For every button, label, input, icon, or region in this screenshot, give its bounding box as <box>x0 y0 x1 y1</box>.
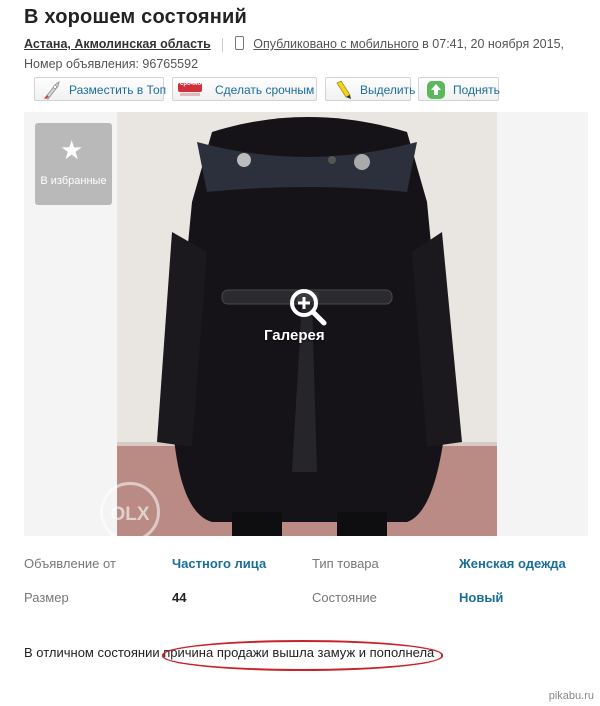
gallery-label[interactable]: Галерея <box>264 327 325 344</box>
star-icon: ★ <box>60 135 84 165</box>
site-watermark: pikabu.ru <box>548 690 594 702</box>
raise-button[interactable]: Поднять <box>418 77 500 101</box>
published-time: в 07:41, 20 ноября 2015, <box>422 37 565 51</box>
make-urgent-label: Сделать срочным <box>215 83 315 97</box>
mobile-phone-icon <box>234 36 244 50</box>
rocket-icon <box>44 80 60 100</box>
olx-watermark-logo: OLX <box>100 482 160 536</box>
raise-arrow-icon <box>427 81 445 99</box>
ad-meta: Астана, Акмолинская область Опубликовано… <box>24 34 584 74</box>
photo-gallery[interactable]: ★ В избранные Галерея OLX <box>24 112 588 536</box>
urgent-badge-text: срочно <box>180 81 202 87</box>
place-top-button[interactable]: Разместить в Топ <box>34 77 167 101</box>
highlight-button[interactable]: Выделить <box>325 77 415 101</box>
param-key-product-type: Тип товара <box>312 556 379 571</box>
make-urgent-button[interactable]: срочно Сделать срочным <box>172 77 317 101</box>
add-to-favorites-button[interactable]: ★ В избранные <box>35 123 112 205</box>
place-top-label: Разместить в Топ <box>69 83 167 97</box>
params-row: Объявление от Частного лица Тип товара Ж… <box>24 556 584 576</box>
ad-number: Номер объявления: 96765592 <box>24 57 199 71</box>
ad-title: В хорошем состояний <box>24 6 247 28</box>
param-key-size: Размер <box>24 590 69 605</box>
param-value-offer-from[interactable]: Частного лица <box>172 556 266 571</box>
location-link[interactable]: Астана, Акмолинская область <box>24 37 211 51</box>
published-mobile-link[interactable]: Опубликовано с мобильного <box>253 37 418 51</box>
param-value-size: 44 <box>172 590 187 605</box>
param-value-product-type[interactable]: Женская одежда <box>459 556 566 571</box>
raise-label: Поднять <box>453 83 500 97</box>
param-key-offer-from: Объявление от <box>24 556 116 571</box>
marker-icon <box>336 80 351 99</box>
param-value-condition[interactable]: Новый <box>459 590 503 605</box>
meta-divider <box>222 37 224 52</box>
highlight-label: Выделить <box>360 83 416 97</box>
param-key-condition: Состояние <box>312 590 377 605</box>
zoom-magnifier-icon[interactable] <box>287 286 327 326</box>
params-row: Размер 44 Состояние Новый <box>24 590 584 610</box>
favorites-label: В избранные <box>40 175 107 187</box>
red-highlight-circle <box>162 640 443 671</box>
